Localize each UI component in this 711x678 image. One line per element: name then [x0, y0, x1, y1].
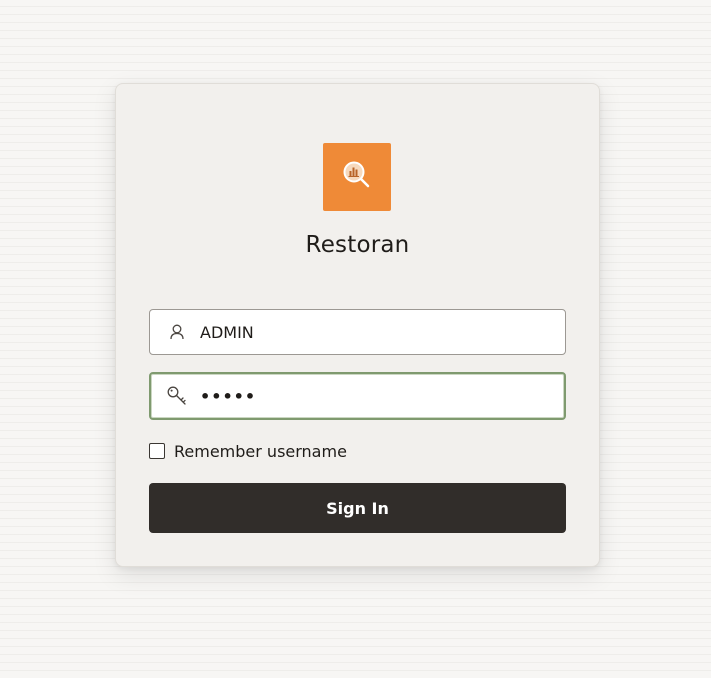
search-chart-icon — [340, 158, 374, 196]
sign-in-button[interactable]: Sign In — [149, 483, 566, 533]
app-logo — [323, 143, 391, 211]
remember-checkbox[interactable] — [149, 443, 165, 459]
key-icon — [166, 385, 188, 407]
username-input[interactable] — [200, 322, 540, 342]
remember-label: Remember username — [174, 441, 347, 461]
password-input[interactable] — [200, 386, 540, 406]
app-title: Restoran — [305, 232, 410, 258]
user-icon — [166, 321, 188, 343]
password-field[interactable] — [149, 372, 566, 420]
login-card: Restoran Remember username Sign In — [115, 83, 600, 567]
remember-username[interactable]: Remember username — [149, 441, 347, 461]
username-field[interactable] — [149, 309, 566, 355]
